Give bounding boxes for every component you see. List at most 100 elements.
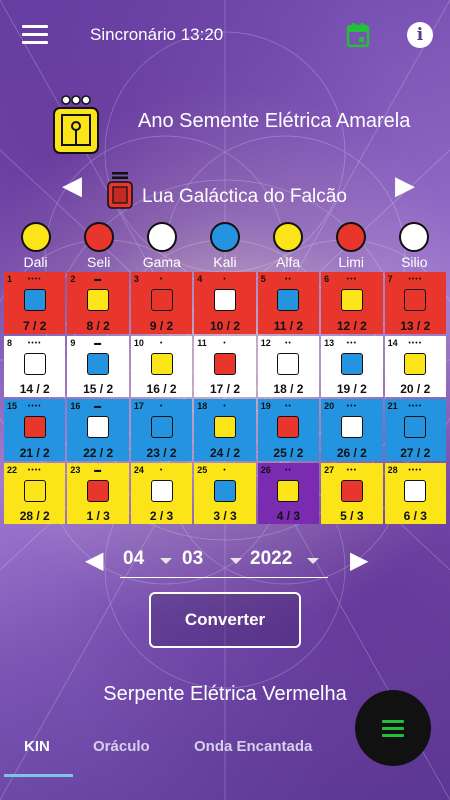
day-cell[interactable]: 17 • 23 / 2 [130, 399, 193, 461]
kin-number: 9 / 2 [149, 318, 174, 333]
day-cell[interactable]: 15 •••• 21 / 2 [4, 399, 66, 461]
tab-kin[interactable]: KIN [24, 738, 50, 755]
tone-marker-icon: • [223, 466, 227, 474]
kin-number: 3 / 3 [213, 509, 237, 523]
kin-number: 26 / 2 [336, 445, 367, 460]
plasma-label: Dali [23, 254, 48, 270]
solar-seal-icon [87, 352, 110, 375]
convert-button[interactable]: Converter [149, 592, 301, 648]
day-cell[interactable]: 12 •• 18 / 2 [257, 335, 320, 397]
next-moon-button[interactable]: ▶ [395, 170, 415, 201]
previous-moon-button[interactable]: ◀ [62, 170, 82, 201]
year-title: Ano Semente Elétrica Amarela [138, 110, 411, 132]
day-cell[interactable]: 11 • 17 / 2 [194, 335, 256, 397]
tone-marker-icon: • [159, 466, 164, 474]
day-cell[interactable]: 7 •••• 13 / 2 [384, 272, 446, 334]
day-cell[interactable]: 13 ••• 19 / 2 [321, 335, 383, 397]
day-cell[interactable]: 22 •••• 28 / 2 [4, 462, 66, 524]
day-cell[interactable]: 24 • 2 / 3 [130, 462, 193, 524]
plasma-alfa-icon [273, 222, 304, 252]
tone-marker-icon: •• [284, 403, 292, 410]
tone-marker-icon: •••• [408, 403, 423, 410]
day-cell[interactable]: 2 ▬ 8 / 2 [67, 272, 129, 334]
tone-marker-icon: • [159, 403, 164, 410]
plasma-seli-icon [83, 222, 114, 252]
tone-marker-icon: •••• [27, 466, 42, 474]
tone-marker-icon: ▬ [94, 403, 103, 410]
tone-marker-icon: •••• [408, 339, 423, 347]
solar-seal-icon [340, 352, 363, 375]
month-select[interactable]: 03 [182, 548, 203, 570]
plasma-header-row: Dali Seli Gama Kali Alfa Limi Silio [4, 222, 446, 270]
day-cell[interactable]: 23 ▬ 1 / 3 [67, 462, 129, 524]
day-cell[interactable]: 16 ▬ 22 / 2 [67, 399, 129, 461]
tab-oraculo[interactable]: Oráculo [93, 738, 150, 755]
solar-seal-icon [213, 352, 236, 375]
menu-icon[interactable] [22, 25, 48, 45]
month-dropdown-icon[interactable] [230, 558, 242, 564]
year-select[interactable]: 2022 [250, 548, 292, 570]
solar-seal-icon [150, 479, 173, 502]
plasma-label: Alfa [276, 254, 301, 270]
app-title: Sincronário 13:20 [90, 25, 224, 44]
solar-seal-icon [404, 416, 427, 438]
day-cell[interactable]: 28 •••• 6 / 3 [384, 462, 446, 524]
day-cell[interactable]: 20 ••• 26 / 2 [321, 399, 383, 461]
kin-number: 12 / 2 [336, 318, 367, 333]
plasma-label: Silio [401, 254, 428, 270]
selected-tab-indicator [4, 774, 73, 777]
tone-marker-icon: • [223, 276, 227, 283]
day-cell[interactable]: 1 •••• 7 / 2 [4, 272, 66, 334]
kin-number: 7 / 2 [23, 318, 47, 333]
solar-seal-icon [213, 479, 236, 502]
solar-seal-icon [404, 352, 427, 375]
solar-seal-icon [404, 479, 427, 502]
day-cell[interactable]: 14 •••• 20 / 2 [384, 335, 446, 397]
day-cell[interactable]: 9 ▬ 15 / 2 [67, 335, 129, 397]
tone-marker-icon: •••• [27, 403, 42, 410]
tone-marker-icon: • [223, 339, 227, 347]
tab-onda-encantada[interactable]: Onda Encantada [194, 738, 312, 755]
day-cell[interactable]: 6 ••• 12 / 2 [321, 272, 383, 334]
kin-number: 5 / 3 [340, 509, 364, 523]
fab-menu-button[interactable] [355, 690, 431, 766]
kin-number: 15 / 2 [83, 382, 114, 396]
solar-seal-icon [23, 289, 46, 311]
tone-marker-icon: ••• [346, 339, 358, 347]
kin-number: 19 / 2 [336, 382, 367, 396]
tone-marker-icon: •• [284, 276, 292, 283]
fab-menu-icon-bar [382, 727, 404, 730]
day-cell[interactable]: 27 ••• 5 / 3 [321, 462, 383, 524]
solar-seal-icon [150, 416, 173, 438]
day-cell[interactable]: 19 •• 25 / 2 [257, 399, 320, 461]
plasma-silio: Silio [383, 222, 446, 270]
kin-number: 25 / 2 [273, 445, 304, 460]
solar-seal-icon [404, 289, 427, 311]
next-date-button[interactable]: ▶ [350, 546, 368, 575]
day-dropdown-icon[interactable] [160, 558, 172, 564]
day-select[interactable]: 04 [123, 548, 144, 570]
solar-seal-icon [150, 289, 173, 311]
tone-marker-icon: •• [284, 466, 292, 474]
day-cell[interactable]: 4 • 10 / 2 [194, 272, 256, 334]
plasma-limi-icon [336, 222, 367, 252]
plasma-alfa: Alfa [257, 222, 320, 270]
day-cell[interactable]: 8 •••• 14 / 2 [4, 335, 66, 397]
previous-date-button[interactable]: ◀ [85, 546, 103, 575]
plasma-gama-icon [146, 222, 177, 252]
calendar-icon[interactable] [346, 22, 370, 48]
kin-number: 14 / 2 [19, 382, 50, 396]
kin-number: 22 / 2 [83, 445, 114, 460]
year-dropdown-icon[interactable] [307, 558, 319, 564]
day-cell[interactable]: 18 • 24 / 2 [194, 399, 256, 461]
day-cell[interactable]: 21 •••• 27 / 2 [384, 399, 446, 461]
kin-number: 20 / 2 [400, 382, 431, 396]
day-cell[interactable]: 3 • 9 / 2 [130, 272, 193, 334]
day-cell[interactable]: 26 •• 4 / 3 [257, 462, 320, 524]
moon-day-grid: 1 •••• 7 / 2 2 ▬ 8 / 2 3 • 9 / 2 4 • 10 / 2 5 •• 11 / … [4, 272, 446, 524]
day-cell[interactable]: 25 • 3 / 3 [194, 462, 256, 524]
day-cell[interactable]: 5 •• 11 / 2 [257, 272, 320, 334]
kin-number: 1 / 3 [86, 509, 110, 523]
info-icon[interactable]: i [407, 22, 433, 48]
day-cell[interactable]: 10 • 16 / 2 [130, 335, 193, 397]
